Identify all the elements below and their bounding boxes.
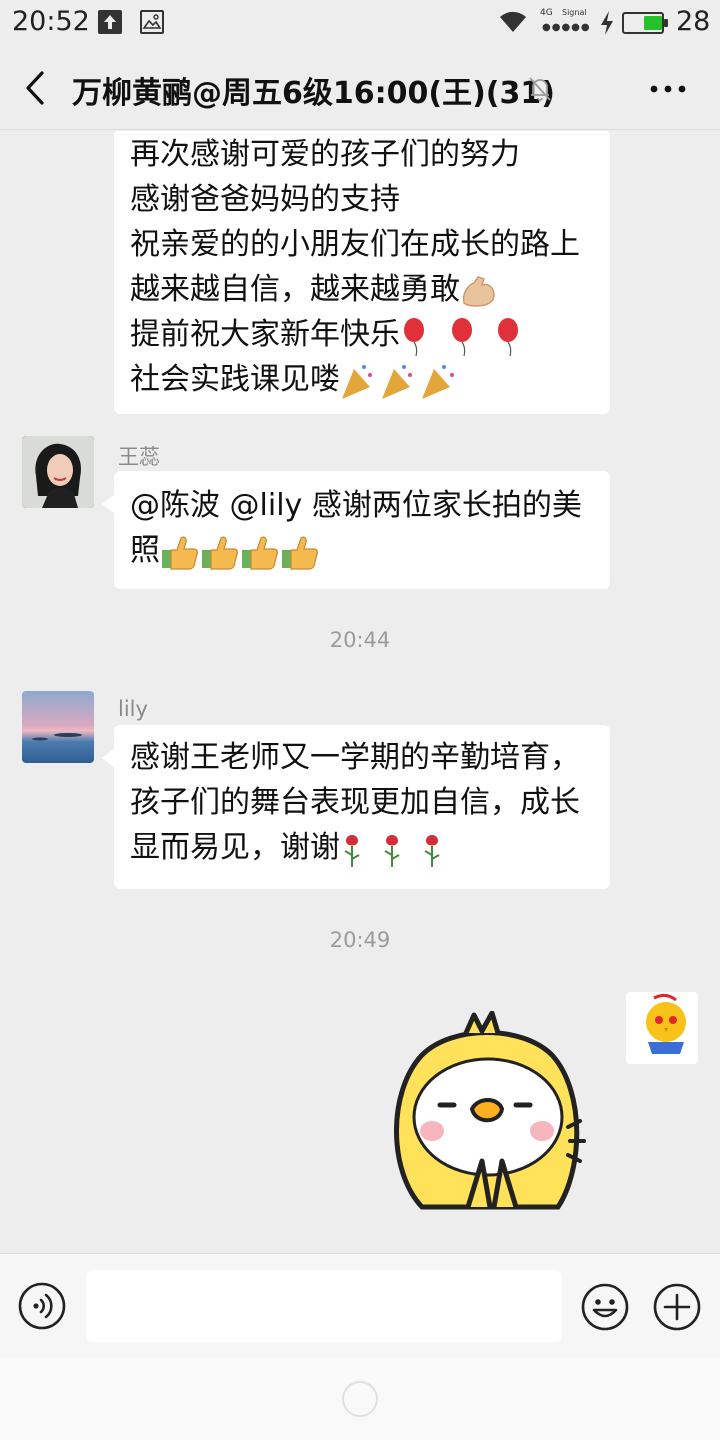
charging-icon — [601, 11, 613, 35]
balloon-icon — [404, 317, 518, 356]
plus-icon[interactable] — [652, 1282, 702, 1332]
battery-percent: 28 — [676, 6, 711, 37]
message-input[interactable] — [86, 1270, 562, 1342]
yellow-chick-sticker-icon[interactable] — [382, 1011, 592, 1211]
avatar[interactable] — [626, 992, 698, 1064]
avatar[interactable] — [22, 691, 94, 763]
message-line: 社会实践课见喽 — [130, 362, 340, 397]
timestamp: 20:44 — [329, 628, 391, 652]
message-list[interactable]: 再次感谢可爱的孩子们的努力 感谢爸爸妈妈的支持 祝亲爱的的小朋友们在成长的路上 … — [0, 131, 720, 1253]
message-line: 显而易见，谢谢 — [130, 830, 340, 865]
wifi-icon — [500, 11, 526, 32]
message-line: 提前祝大家新年快乐 — [130, 317, 400, 352]
signal-icon: 4G Signal ●●●●● — [540, 8, 591, 33]
message-line: 越来越自信，越来越勇敢 — [130, 272, 460, 307]
voice-icon[interactable] — [18, 1282, 66, 1330]
status-time: 20:52 — [12, 6, 90, 37]
message-bubble[interactable]: @陈波 @lily 感谢两位家长拍的美 照 — [102, 471, 610, 589]
mute-bell-icon — [529, 77, 551, 101]
rose-icon — [344, 833, 440, 868]
emoji-icon[interactable] — [580, 1282, 630, 1332]
message-line: 祝亲爱的的小朋友们在成长的路上 — [130, 227, 580, 262]
flexed-biceps-icon — [462, 275, 495, 307]
message-line: 孩子们的舞台表现更加自信，成长 — [130, 785, 580, 820]
thumbs-up-icon — [162, 536, 318, 570]
home-button[interactable] — [342, 1381, 378, 1417]
more-options-button[interactable] — [648, 82, 688, 96]
upload-icon — [98, 10, 122, 34]
timestamp: 20:49 — [329, 928, 391, 952]
network-label: 4G — [540, 8, 553, 18]
back-button[interactable] — [22, 70, 50, 106]
sender-name: lily — [118, 697, 148, 721]
message-line: 感谢爸爸妈妈的支持 — [130, 182, 400, 217]
message-bubble[interactable]: 再次感谢可爱的孩子们的努力 感谢爸爸妈妈的支持 祝亲爱的的小朋友们在成长的路上 … — [114, 131, 610, 414]
message-line: 再次感谢可爱的孩子们的努力 — [130, 137, 520, 172]
message-line: 照 — [130, 533, 160, 568]
avatar[interactable] — [22, 436, 94, 508]
battery-icon — [622, 12, 668, 34]
party-popper-icon — [342, 364, 454, 399]
sender-name: 王蕊 — [118, 445, 160, 469]
input-bar — [0, 1253, 720, 1357]
signal-label: Signal — [562, 8, 587, 17]
chat-header: 万柳黄鹂@周五6级16:00(王)(31) — [0, 46, 720, 130]
message-bubble[interactable]: 感谢王老师又一学期的辛勤培育， 孩子们的舞台表现更加自信，成长 显而易见，谢谢 — [102, 725, 610, 889]
navigation-bar — [0, 1357, 720, 1440]
message-line: 感谢王老师又一学期的辛勤培育， — [130, 740, 580, 775]
image-icon — [140, 10, 164, 34]
chat-title: 万柳黄鹂@周五6级16:00(王)(31) — [72, 76, 555, 111]
status-bar: 20:52 4G Signal ●●●●● 28 — [0, 0, 720, 46]
message-line: @陈波 @lily 感谢两位家长拍的美 — [130, 488, 582, 523]
